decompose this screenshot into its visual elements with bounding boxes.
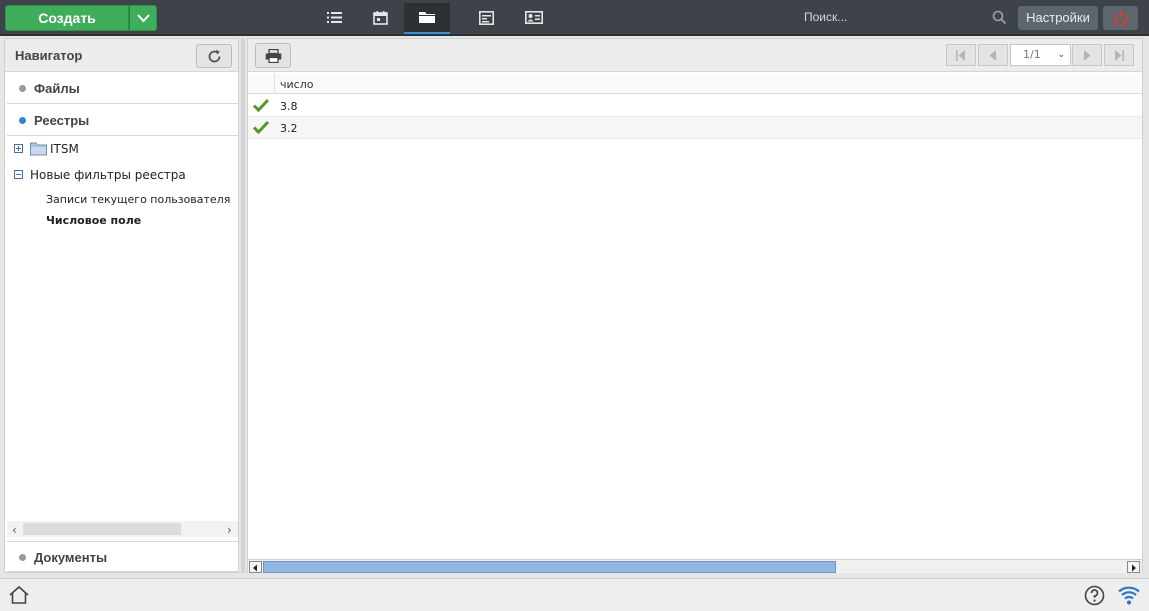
tree-node-label: ITSM [50,142,79,156]
nav-contacts-button[interactable] [510,3,556,33]
previous-page-icon [989,50,996,61]
nav-calendar-button[interactable] [358,3,404,33]
grid-toolbar: 1/1 ⌄ [248,39,1142,72]
check-column-header[interactable] [248,73,275,94]
calendar-icon [373,11,388,25]
scrollbar-thumb[interactable] [263,561,836,573]
checkmark-icon[interactable] [253,120,269,134]
folder-icon [30,142,47,156]
section-label: Документы [34,550,108,565]
section-dot [19,85,26,92]
chevron-down-icon: ⌄ [1057,50,1065,60]
previous-page-button[interactable] [978,44,1008,66]
checkmark-icon[interactable] [253,98,269,112]
section-files[interactable]: Файлы [7,73,238,104]
panel-splitter[interactable] [241,38,245,573]
filter-item-numeric-field[interactable]: Числовое поле [46,214,141,227]
contact-card-icon [525,11,543,24]
list-icon [327,12,342,23]
power-icon [1114,10,1128,26]
scroll-left-button[interactable] [249,561,262,573]
scroll-right-icon [1132,564,1136,572]
section-dot [19,554,26,561]
grid-horizontal-scrollbar[interactable] [248,559,1142,573]
expand-icon[interactable] [14,144,23,153]
print-button[interactable] [255,43,291,68]
settings-button[interactable]: Настройки [1018,6,1098,30]
filter-item-current-user[interactable]: Записи текущего пользователя [46,193,230,206]
next-page-icon [1084,50,1091,61]
create-dropdown-button[interactable] [129,5,157,31]
logout-button[interactable] [1103,6,1138,30]
section-label: Реестры [34,113,90,128]
printer-icon [265,49,282,63]
tree-node-label: Новые фильтры реестра [30,168,186,182]
folder-icon [419,12,435,23]
nav-news-button[interactable] [464,3,510,33]
column-header-number[interactable]: число [280,78,313,91]
last-page-button[interactable] [1104,44,1134,66]
grid-panel: 1/1 ⌄ число 3.8 3.2 [247,38,1143,573]
grid-header: число [248,73,1142,94]
scroll-left-icon [253,564,257,572]
create-button[interactable]: Создать [5,5,129,31]
nav-list-button[interactable] [312,3,358,33]
collapse-icon[interactable] [14,170,23,179]
scroll-left-icon[interactable]: ‹ [12,523,17,537]
section-label: Файлы [34,81,80,96]
navigator-title: Навигатор [15,48,83,63]
search-icon[interactable] [992,10,1007,25]
page-select[interactable]: 1/1 ⌄ [1010,44,1071,66]
table-row[interactable]: 3.8 [248,95,1142,117]
scrollbar-thumb[interactable] [23,523,181,535]
cell-number: 3.2 [280,122,298,135]
nav-folder-button[interactable] [404,3,450,34]
navigator-header: Навигатор [5,39,238,72]
navigator-panel: Навигатор Файлы Реестры ITSM Новые фильт… [4,38,239,573]
last-page-icon [1115,50,1124,61]
tree-node-new-filters[interactable]: Новые фильтры реестра [5,166,235,186]
news-icon [479,11,494,25]
tree-node-itsm[interactable]: ITSM [5,140,235,160]
search-input[interactable]: Поиск... [804,10,847,24]
help-icon[interactable] [1084,585,1105,606]
section-documents[interactable]: Документы [7,541,238,572]
navigator-horizontal-scrollbar[interactable]: ‹ › [7,521,238,537]
refresh-icon [208,49,221,63]
status-bar [0,578,1149,611]
cell-number: 3.8 [280,100,298,113]
wifi-icon[interactable] [1117,584,1141,606]
first-page-button[interactable] [946,44,976,66]
next-page-button[interactable] [1072,44,1102,66]
section-dot-active [19,117,26,124]
refresh-button[interactable] [196,44,232,68]
chevron-down-icon [137,14,150,23]
page-select-value: 1/1 [1023,48,1041,61]
scroll-right-icon[interactable]: › [227,523,232,537]
home-icon[interactable] [8,585,30,605]
section-registries[interactable]: Реестры [7,105,238,136]
first-page-icon [956,50,965,61]
table-row[interactable]: 3.2 [248,117,1142,139]
scroll-right-button[interactable] [1127,561,1140,573]
top-bar: Создать Поиск... Настройки [0,0,1149,36]
